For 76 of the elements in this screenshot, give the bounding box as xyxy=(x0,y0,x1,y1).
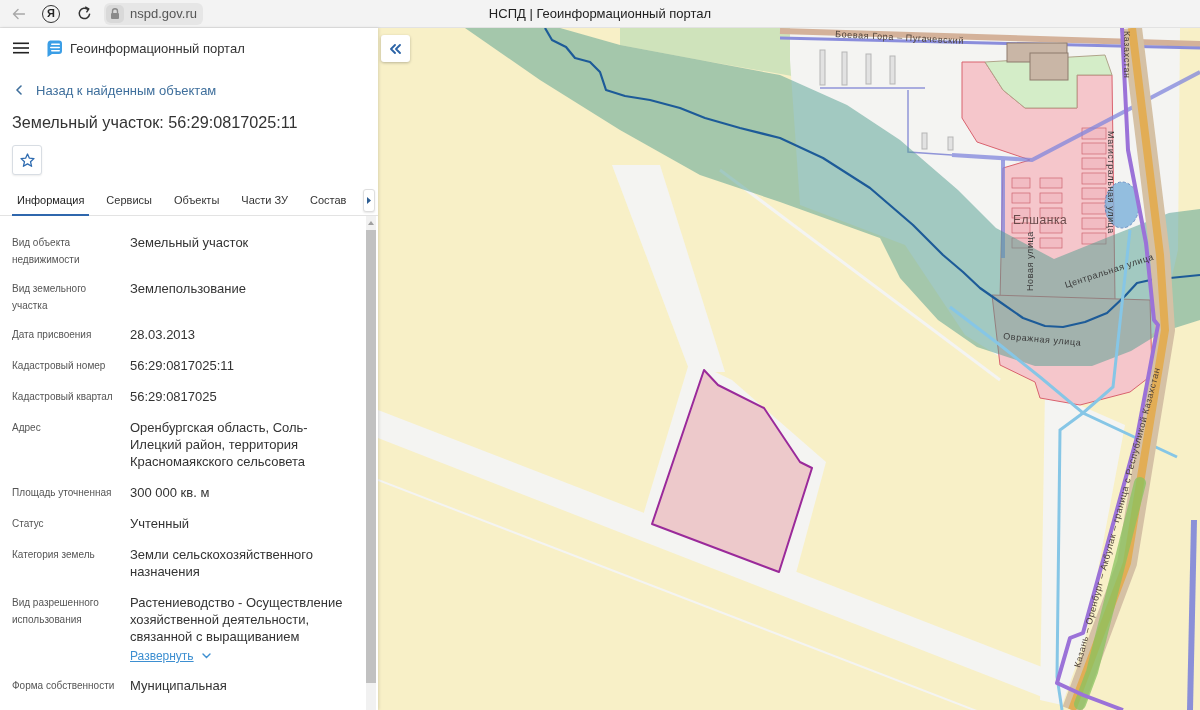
field-value: 28.03.2013 xyxy=(130,326,197,344)
house-plot xyxy=(1081,142,1107,155)
menu-button[interactable] xyxy=(13,42,29,54)
field-label: Форма собственности xyxy=(12,679,116,693)
building xyxy=(819,49,826,86)
field-value: Учтенный xyxy=(130,515,191,533)
house-plot xyxy=(1011,222,1031,234)
object-title: Земельный участок: 56:29:0817025:11 xyxy=(12,112,298,133)
address-bar[interactable]: nspd.gov.ru xyxy=(104,2,203,25)
expand-link[interactable]: Развернуть xyxy=(130,649,194,663)
page-title: НСПД | Геоинформационный портал xyxy=(488,6,712,21)
field-label: Категория земель xyxy=(12,548,96,562)
tab[interactable]: Информация xyxy=(12,186,90,216)
street-label: Овражная улица xyxy=(1002,331,1082,348)
building xyxy=(947,136,954,151)
house-plot xyxy=(1081,232,1107,245)
field-label: Вид земельного участка xyxy=(12,282,88,313)
building xyxy=(865,53,872,85)
field-value: Муниципальная xyxy=(130,677,228,695)
settlement-label: Елшанка xyxy=(1013,213,1068,227)
back-link[interactable]: Назад к найденным объектам xyxy=(16,80,217,100)
field-label: Площадь уточненная xyxy=(12,486,113,500)
app-title: Геоинформационный портал xyxy=(70,40,245,56)
house-plot xyxy=(1081,127,1107,140)
scroll-tabs-button[interactable] xyxy=(363,189,375,212)
road-label: Казахстан xyxy=(1122,31,1132,79)
field-label: Адрес xyxy=(12,421,42,435)
collapse-panel-button[interactable] xyxy=(381,35,410,62)
menu-icon xyxy=(13,42,29,54)
arrow-left-icon xyxy=(11,7,25,20)
road-label: Боевая Гора – Пугачевский xyxy=(834,29,965,46)
field-value: 56:29:0817025 xyxy=(130,388,218,406)
chevron-down-icon xyxy=(201,653,211,659)
house-plot xyxy=(1081,202,1107,215)
house-plot xyxy=(1039,222,1063,234)
street-label: Новая улица xyxy=(1025,231,1035,291)
house-plot xyxy=(1081,217,1107,230)
double-chevron-left-icon xyxy=(390,43,401,54)
house-plot xyxy=(1039,177,1063,189)
lock-icon xyxy=(106,4,124,23)
house-plot xyxy=(1039,192,1063,204)
tab[interactable]: Сервисы xyxy=(101,186,157,216)
street-label: Магистральная улица xyxy=(1106,131,1116,234)
star-icon xyxy=(19,152,35,168)
field-label: Кадастровый квартал xyxy=(12,390,114,404)
house-plot xyxy=(1011,192,1031,204)
field-label: Дата присвоения xyxy=(12,328,93,342)
house-plot xyxy=(1081,157,1107,170)
chevron-left-icon xyxy=(16,85,22,95)
building xyxy=(921,132,928,150)
field-value: 56:29:0817025:11 xyxy=(130,357,235,375)
field-value: Земельный участок xyxy=(130,234,250,252)
reload-icon xyxy=(76,6,92,21)
field-label: Вид объекта недвижимости xyxy=(12,236,81,267)
tab[interactable]: Состав xyxy=(305,186,352,216)
field-value: 300 000 кв. м xyxy=(130,484,211,502)
caret-right-icon xyxy=(367,197,372,204)
tab[interactable]: Части ЗУ xyxy=(236,186,293,216)
building xyxy=(889,55,896,85)
scroll-up-icon xyxy=(368,221,374,225)
house-plot xyxy=(1039,237,1063,249)
field-value: Земли сельскохозяйственного назначения xyxy=(130,546,314,581)
portal-logo-icon xyxy=(46,39,62,57)
field-value: Растениеводство - Осуществление хозяйственной деятельности, связанной с выращиванием xyxy=(130,594,344,646)
field-label: Кадастровый номер xyxy=(12,359,107,373)
url-text: nspd.gov.ru xyxy=(130,6,197,21)
building xyxy=(841,51,848,86)
field-value: Землепользование xyxy=(130,280,247,298)
house-plot xyxy=(1011,177,1031,189)
house-plot xyxy=(1081,187,1107,200)
favorite-button[interactable] xyxy=(12,145,42,175)
field-label: Вид разрешенного использования xyxy=(12,596,100,627)
field-value: Оренбургская область, Соль-Илецкий район, территория Красномаякского сельсовета xyxy=(130,419,309,471)
field-label: Статус xyxy=(12,517,45,531)
tab[interactable]: Объекты xyxy=(168,186,225,216)
house-plot xyxy=(1081,172,1107,185)
